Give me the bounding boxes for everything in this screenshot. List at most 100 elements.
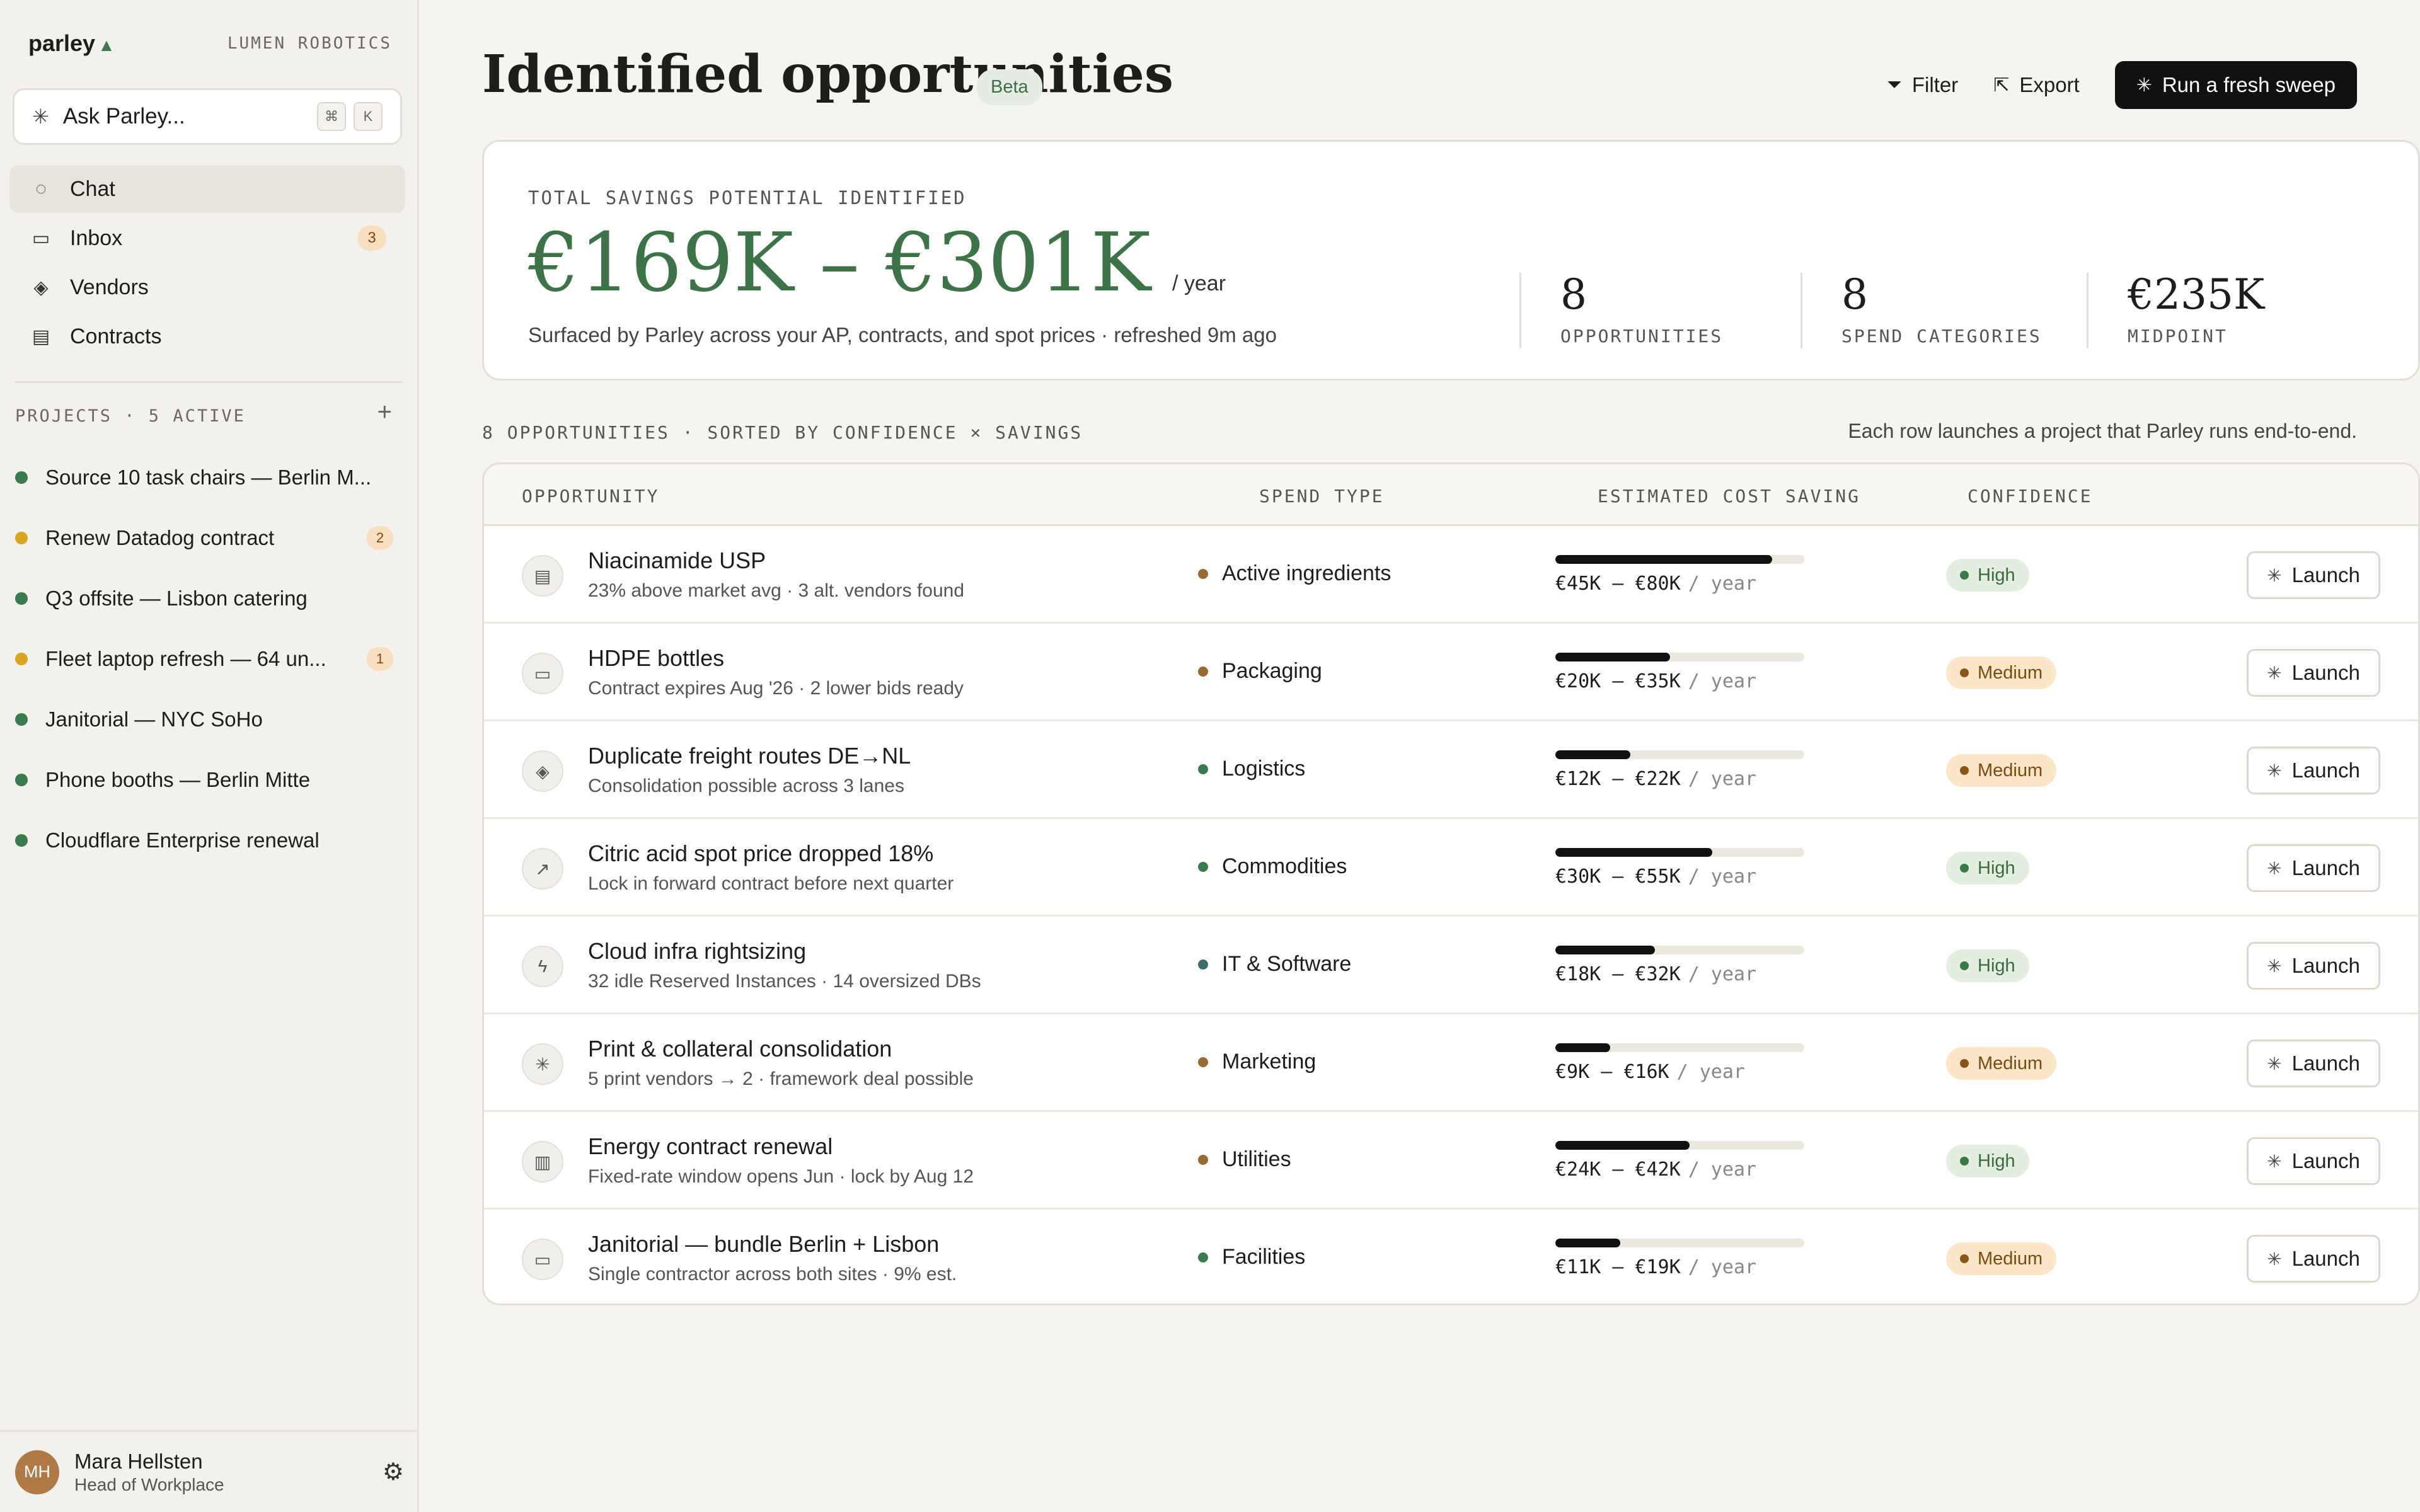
opportunity-detail: 5 print vendors → 2 · framework deal pos… [588,1068,974,1089]
saving-period: / year [1688,670,1757,692]
add-project-button[interactable]: + [377,398,392,427]
gear-icon[interactable]: ⚙ [383,1458,404,1486]
saving-bar-fill [1555,1141,1690,1150]
saving-range: €18K – €32K [1555,963,1681,985]
launch-button[interactable]: ✳ Launch [2247,747,2380,794]
document-icon: ▤ [32,326,50,347]
launch-button[interactable]: ✳ Launch [2247,1040,2380,1087]
table-body: ▤ Niacinamide USP 23% above market avg · 3… [484,526,2418,1303]
opportunity-detail: Single contractor across both sites · 9%… [588,1264,957,1285]
project-item[interactable]: Q3 offsite — Lisbon catering [15,568,393,629]
table-row[interactable]: ↗ Citric acid spot price dropped 18% Lock … [484,819,2418,917]
confidence-label: High [1978,955,2015,976]
export-button[interactable]: ⇱ Export [1993,73,2080,97]
stat-value: €235K [2128,270,2265,319]
spend-type-label: Logistics [1222,757,1306,781]
saving-bar [1555,848,1804,857]
project-name: Source 10 task chairs — Berlin M... [45,466,372,489]
confidence-badge: Medium [1946,656,2057,689]
inbox-icon: ▭ [32,227,50,249]
brand-triangle-icon: ▲ [98,35,115,55]
spend-type-dot [1198,1252,1208,1263]
spend-type-dot [1198,861,1208,872]
launch-button[interactable]: ✳ Launch [2247,844,2380,892]
opportunity-title: Duplicate freight routes DE→NL [588,743,911,769]
project-status-dot [15,834,28,847]
run-sweep-button[interactable]: ✳ Run a fresh sweep [2114,61,2357,109]
sidebar-item-vendors[interactable]: ◈ Vendors [9,263,405,311]
spend-type: Facilities [1198,1245,1305,1269]
opportunity-title: Citric acid spot price dropped 18% [588,840,934,866]
sidebar-item-inbox[interactable]: ▭ Inbox 3 [9,214,405,262]
ask-parley-label: Ask Parley... [62,104,185,129]
list-note: Each row launches a project that Parley … [1848,420,2357,442]
sidebar-item-label: Chat [70,176,115,201]
launch-button[interactable]: ✳ Launch [2247,942,2380,990]
table-row[interactable]: ▭ HDPE bottles Contract expires Aug '26 · … [484,624,2418,721]
table-row[interactable]: ✳ Print & collateral consolidation 5 print… [484,1014,2418,1112]
table-row[interactable]: ▤ Niacinamide USP 23% above market avg · 3… [484,526,2418,624]
spend-type: Utilities [1198,1147,1291,1172]
sidebar-item-chat[interactable]: ◌ Chat [9,165,405,213]
brand-logo[interactable]: parley ▲ [28,30,115,57]
launch-button[interactable]: ✳ Launch [2247,1235,2380,1283]
spend-type-label: Commodities [1222,854,1347,878]
run-sweep-label: Run a fresh sweep [2162,73,2336,96]
brand-name: parley [28,30,96,56]
opportunity-title: Niacinamide USP [588,547,766,573]
saving-bar-fill [1555,555,1772,564]
project-item[interactable]: Cloudflare Enterprise renewal [15,810,393,871]
folder-icon: ▭ [522,1239,563,1280]
opportunity-detail: 23% above market avg · 3 alt. vendors fo… [588,580,965,601]
launch-button[interactable]: ✳ Launch [2247,1137,2380,1185]
saving-bar [1555,1043,1804,1052]
confidence-label: High [1978,564,2015,585]
stat-value: 8 [1841,270,1868,319]
launch-label: Launch [2291,661,2360,684]
saving-range: €12K – €22K [1555,768,1681,790]
ask-parley-input[interactable]: ✳ Ask Parley... ⌘ K [13,88,402,145]
project-name: Fleet laptop refresh — 64 un... [45,647,326,670]
project-name: Phone booths — Berlin Mitte [45,768,311,791]
table-row[interactable]: ▥ Energy contract renewal Fixed-rate windo… [484,1112,2418,1210]
opportunity-title: Cloud infra rightsizing [588,938,807,964]
table-row[interactable]: ϟ Cloud infra rightsizing 32 idle Reserved… [484,917,2418,1014]
spinner-icon: ✳ [2267,1249,2282,1269]
project-item[interactable]: Phone booths — Berlin Mitte [15,750,393,810]
project-name: Janitorial — NYC SoHo [45,707,263,731]
confidence-badge: Medium [1946,754,2057,787]
project-item[interactable]: Janitorial — NYC SoHo [15,689,393,750]
user-profile[interactable]: MH Mara Hellsten Head of Workplace ⚙ [0,1430,419,1512]
projects-heading: PROJECTS · 5 ACTIVE [15,406,246,426]
bolt-icon: ϟ [522,946,563,987]
folder-icon: ▭ [522,653,563,694]
org-name: LUMEN ROBOTICS [227,34,392,53]
beta-badge: Beta [977,69,1042,105]
column-confidence: CONFIDENCE [1968,486,2093,507]
page-title: Identified opportunities [482,44,1174,105]
header-actions: ⏷ Filter ⇱ Export ✳ Run a fresh sweep [1887,61,2357,109]
spinner-icon: ✳ [2267,565,2282,585]
spinner-icon: ✳ [2136,74,2152,96]
confidence-label: High [1978,1150,2015,1171]
main-content: Identified opportunities Beta ⏷ Filter ⇱… [419,0,2420,1512]
table-row[interactable]: ◈ Duplicate freight routes DE→NL Consolida… [484,721,2418,819]
project-item[interactable]: Renew Datadog contract 2 [15,508,393,568]
table-row[interactable]: ▭ Janitorial — bundle Berlin + Lisbon Sing… [484,1210,2418,1303]
confidence-badge: High [1946,559,2029,592]
sidebar-item-label: Contracts [70,324,162,348]
launch-button[interactable]: ✳ Launch [2247,649,2380,697]
shortcut-k-key: K [354,102,383,131]
estimated-saving: €9K – €16K / year [1555,1061,1745,1083]
filter-button[interactable]: ⏷ Filter [1887,73,1958,97]
saving-bar-fill [1555,848,1712,857]
stat-opportunities: 8 OPPORTUNITIES [1519,273,1723,348]
sidebar-item-contracts[interactable]: ▤ Contracts [9,312,405,360]
saving-bar [1555,555,1804,564]
project-item[interactable]: Source 10 task chairs — Berlin M... [15,447,393,508]
saving-bar [1555,750,1804,759]
project-item[interactable]: Fleet laptop refresh — 64 un... 1 [15,629,393,689]
saving-range: €11K – €19K [1555,1256,1681,1278]
launch-button[interactable]: ✳ Launch [2247,551,2380,599]
list-heading: 8 OPPORTUNITIES · SORTED BY CONFIDENCE ×… [482,422,1083,443]
